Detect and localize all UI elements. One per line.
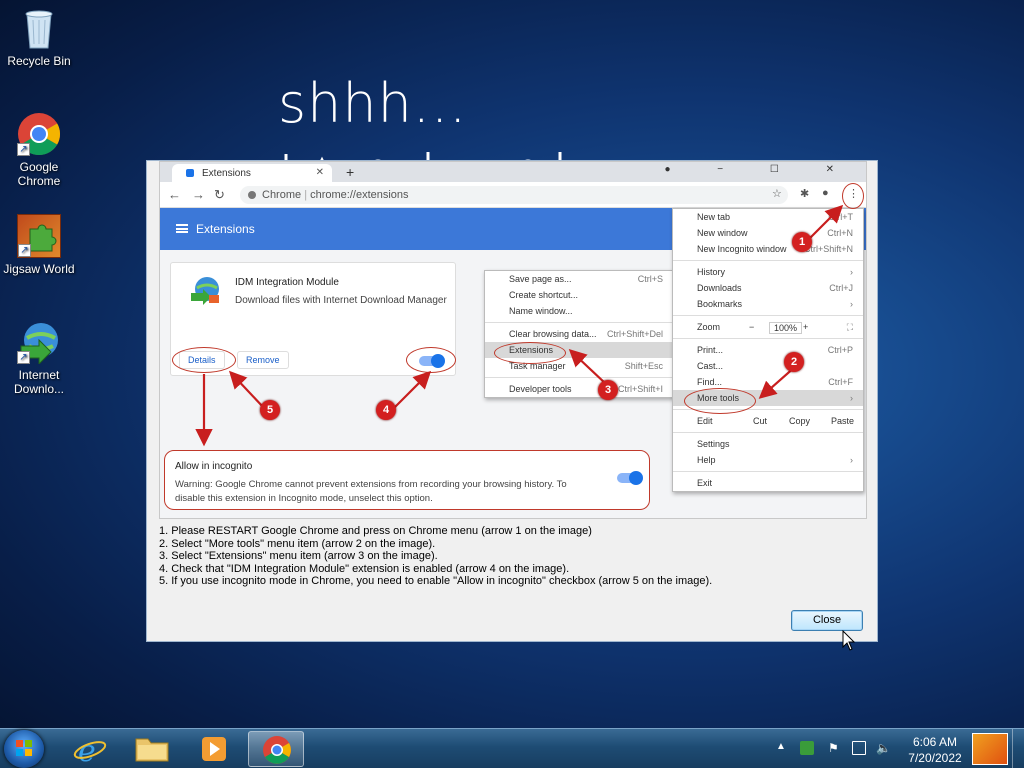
chrome-icon: ↗: [17, 112, 61, 156]
desktop-icon-label: Internet Downlo...: [13, 368, 65, 396]
idm-globe-icon: ↗: [17, 320, 61, 366]
step-badge-5: 5: [260, 400, 280, 420]
clock-date: 7/20/2022: [908, 751, 962, 765]
system-clock[interactable]: 6:06 AM 7/20/2022: [898, 734, 972, 766]
taskbar-media-player[interactable]: [186, 731, 242, 767]
windows-logo-icon: [16, 740, 32, 756]
user-picture-flower-icon: [972, 733, 1008, 765]
idm-tray-icon[interactable]: [800, 741, 814, 755]
folder-icon: [135, 738, 169, 762]
instruction-line: 2. Select "More tools" menu item (arrow …: [159, 537, 436, 550]
desktop-overlay-text: shhh...: [278, 72, 468, 135]
idm-help-dialog: Extensions ✕ + ● − ☐ ✕ ← → ↻ Chrome | ch…: [146, 160, 878, 642]
taskbar-google-chrome[interactable]: [248, 731, 304, 767]
svg-text:e: e: [78, 734, 96, 767]
action-center-flag-icon[interactable]: ⚑: [828, 741, 842, 755]
instruction-line: 1. Please RESTART Google Chrome and pres…: [159, 525, 592, 537]
instruction-line: 3. Select "Extensions" menu item (arrow …: [159, 550, 438, 562]
desktop-icon-jigsaw-world[interactable]: ↗ Jigsaw World: [0, 214, 78, 276]
show-hidden-icons-button[interactable]: ▲: [776, 741, 786, 752]
desktop-icon-internet-download-manager[interactable]: ↗ Internet Downlo...: [0, 320, 78, 396]
chrome-icon: [263, 736, 291, 764]
instructions-list: 1. Please RESTART Google Chrome and pres…: [159, 525, 712, 588]
desktop-icon-label: Recycle Bin: [7, 54, 71, 68]
instruction-screenshot: Extensions ✕ + ● − ☐ ✕ ← → ↻ Chrome | ch…: [159, 161, 867, 519]
shortcut-arrow-icon: ↗: [18, 244, 31, 257]
recycle-bin-icon: [17, 6, 61, 50]
shortcut-arrow-icon: ↗: [17, 143, 30, 156]
close-button[interactable]: Close: [791, 610, 863, 631]
taskbar: e ▲ ⚑ 🔈 6:06 AM 7/20/2022: [0, 728, 1024, 768]
mouse-cursor-icon: [842, 630, 856, 651]
shortcut-arrow-icon: ↗: [17, 351, 30, 364]
instruction-line: 5. If you use incognito mode in Chrome, …: [159, 575, 713, 587]
jigsaw-puzzle-icon: ↗: [17, 214, 61, 258]
start-button[interactable]: [4, 730, 44, 768]
desktop-icon-google-chrome[interactable]: ↗ Google Chrome: [0, 112, 78, 188]
internet-explorer-icon: e: [73, 734, 107, 768]
volume-muted-icon[interactable]: 🔈: [876, 741, 891, 755]
step-badge-4: 4: [376, 400, 396, 420]
desktop-icon-recycle-bin[interactable]: Recycle Bin: [0, 6, 78, 68]
taskbar-internet-explorer[interactable]: e: [62, 731, 118, 768]
step-badge-2: 2: [784, 352, 804, 372]
network-icon[interactable]: [852, 741, 866, 755]
step-badge-1: 1: [792, 232, 812, 252]
show-desktop-button[interactable]: [1012, 729, 1024, 768]
clock-time: 6:06 AM: [912, 735, 958, 749]
desktop-icon-label: Jigsaw World: [3, 262, 75, 276]
desktop-icon-label: Google Chrome: [17, 160, 61, 188]
instruction-line: 4. Check that "IDM Integration Module" e…: [159, 562, 570, 575]
annotation-arrows: [195, 204, 844, 447]
step-badge-3: 3: [598, 380, 618, 400]
media-player-icon: [202, 737, 226, 761]
desktop-overlay-text-cutoff: [278, 140, 578, 160]
taskbar-file-explorer[interactable]: [124, 731, 180, 767]
